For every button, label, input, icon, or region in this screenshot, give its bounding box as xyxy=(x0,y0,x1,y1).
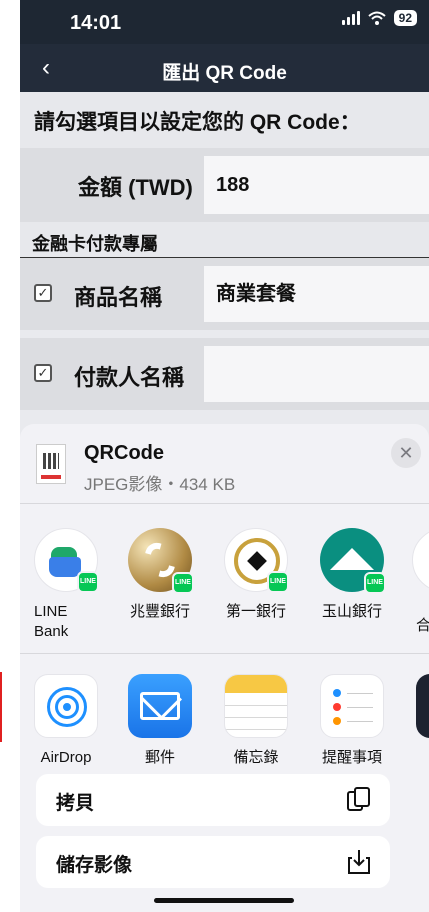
partial-app-label: 合 xyxy=(416,617,429,634)
action-label: 提醒事項 xyxy=(321,749,382,766)
amount-input[interactable]: 188 xyxy=(204,156,429,214)
reminders-icon xyxy=(320,674,384,738)
line-bank-icon: LINE xyxy=(34,528,99,593)
app-first-bank[interactable]: LINE 第一銀行 xyxy=(216,528,296,622)
wifi-icon xyxy=(367,11,386,25)
copy-icon xyxy=(347,787,370,811)
navigation-bar: ‹ 匯出 QR Code xyxy=(20,44,429,92)
copy-button[interactable]: 拷貝 xyxy=(36,774,390,826)
partial-app-icon[interactable] xyxy=(416,674,429,738)
action-label: 郵件 xyxy=(144,749,175,766)
app-label: 玉山銀行 xyxy=(321,603,382,620)
battery-icon: 92 xyxy=(393,10,417,26)
share-sheet-header: QRCode JPEG影像・434 KB ✕ xyxy=(20,424,429,504)
signal-icon xyxy=(341,11,360,25)
mail-icon xyxy=(128,674,192,738)
share-sheet: QRCode JPEG影像・434 KB ✕ LINE LINE Bank LI… xyxy=(20,424,429,912)
copy-label: 拷貝 xyxy=(56,793,95,814)
amount-label: 金額 (TWD) xyxy=(78,175,193,200)
mega-bank-icon: LINE xyxy=(128,528,194,594)
app-mega-bank[interactable]: LINE 兆豐銀行 xyxy=(120,528,200,622)
status-indicators: 92 xyxy=(341,10,417,26)
close-button[interactable]: ✕ xyxy=(391,438,421,468)
app-label: LINE Bank xyxy=(34,603,69,640)
product-name-input[interactable]: 商業套餐 xyxy=(204,266,429,322)
share-actions-row: AirDrop 郵件 備忘錄 提醒事項 xyxy=(20,654,429,766)
notes-icon xyxy=(224,674,288,738)
action-mail[interactable]: 郵件 xyxy=(120,674,200,768)
save-image-button[interactable]: 儲存影像 xyxy=(36,836,390,888)
home-indicator xyxy=(154,898,294,903)
red-annotation-mark xyxy=(0,672,2,742)
app-line-bank[interactable]: LINE LINE Bank xyxy=(26,528,106,642)
app-esun-bank[interactable]: LINE 玉山銀行 xyxy=(312,528,392,622)
file-thumbnail xyxy=(36,444,66,484)
file-meta: JPEG影像・434 KB xyxy=(84,475,236,494)
action-airdrop[interactable]: AirDrop xyxy=(26,674,106,768)
share-apps-row: LINE LINE Bank LINE 兆豐銀行 LINE 第一銀行 LINE … xyxy=(20,504,429,654)
phone-screen: 14:01 92 ‹ 匯出 QR Code 請勾選項目以設定您的 QR Code… xyxy=(20,0,429,912)
download-icon xyxy=(348,850,370,874)
amount-row: 金額 (TWD) 188 xyxy=(20,148,429,222)
product-name-row: ✓ 商品名稱 商業套餐 xyxy=(20,258,429,330)
payer-name-label: 付款人名稱 xyxy=(74,365,185,390)
airdrop-icon xyxy=(34,674,98,738)
partial-bank-icon[interactable] xyxy=(412,528,429,592)
section-header-debit-card: 金融卡付款專屬 xyxy=(20,222,429,258)
action-label: 備忘錄 xyxy=(233,749,279,766)
esun-bank-icon: LINE xyxy=(320,528,386,594)
action-notes[interactable]: 備忘錄 xyxy=(216,674,296,768)
save-image-label: 儲存影像 xyxy=(56,855,133,876)
first-bank-icon: LINE xyxy=(224,528,289,593)
payer-name-row: ✓ 付款人名稱 xyxy=(20,338,429,410)
status-bar: 14:01 92 xyxy=(20,0,429,44)
form-instruction: 請勾選項目以設定您的 QR Code： xyxy=(20,92,429,148)
product-name-label: 商品名稱 xyxy=(74,285,163,310)
action-reminders[interactable]: 提醒事項 xyxy=(312,674,392,768)
status-time: 14:01 xyxy=(70,12,122,34)
app-label: 兆豐銀行 xyxy=(129,603,190,620)
product-name-checkbox[interactable]: ✓ xyxy=(34,284,52,302)
page-title: 匯出 QR Code xyxy=(162,63,287,84)
file-name: QRCode xyxy=(84,442,164,464)
action-label: AirDrop xyxy=(40,749,92,766)
payer-name-checkbox[interactable]: ✓ xyxy=(34,364,52,382)
payer-name-input[interactable] xyxy=(204,346,429,402)
app-label: 第一銀行 xyxy=(225,603,286,620)
